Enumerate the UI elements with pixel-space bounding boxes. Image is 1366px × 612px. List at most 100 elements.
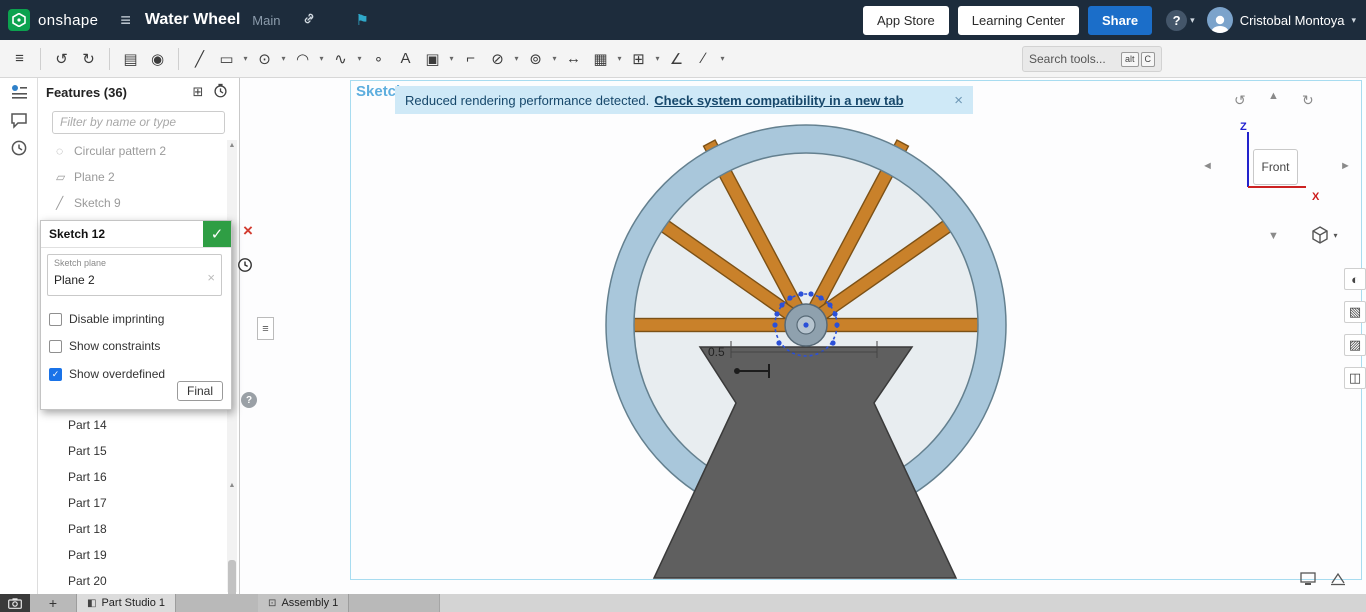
user-avatar[interactable] (1207, 7, 1233, 33)
appearance-icon[interactable]: ◐ (1344, 268, 1366, 290)
offset-menu-chevron-icon[interactable]: ▾ (549, 54, 560, 63)
checkbox-disable-imprinting[interactable] (49, 313, 62, 326)
user-menu-caret-icon[interactable]: ▾ (1351, 15, 1356, 26)
sketch-text-icon[interactable]: A (392, 45, 419, 72)
dialog-help-icon[interactable]: ? (241, 392, 257, 408)
redo-icon[interactable]: ↻ (75, 45, 102, 72)
hidden-edges-icon[interactable]: ▨ (1344, 334, 1366, 356)
spline-icon[interactable]: ∿ (327, 45, 354, 72)
viewcube-down-icon[interactable]: ▼ (1268, 230, 1279, 242)
viewcube-right-icon[interactable]: ► (1340, 160, 1351, 172)
undo-icon[interactable]: ↺ (48, 45, 75, 72)
learning-center-button[interactable]: Learning Center (958, 6, 1079, 35)
list-item-part-14[interactable]: Part 14 (38, 412, 226, 438)
tab-assembly-1[interactable]: ⊡ Assembly 1 (258, 594, 349, 612)
convert-entities-icon[interactable]: ▣ (419, 45, 446, 72)
dimension-icon[interactable]: ↔ (560, 45, 587, 72)
measure-icon[interactable]: ∠ (663, 45, 690, 72)
view-options-menu[interactable]: ▾ (1310, 225, 1341, 245)
spline-menu-chevron-icon[interactable]: ▾ (354, 54, 365, 63)
viewcube-rotate-left-icon[interactable]: ↺ (1234, 92, 1246, 109)
sketch-timer-icon[interactable] (237, 257, 253, 276)
workspace-name[interactable]: Main (252, 13, 280, 28)
option-show-constraints[interactable]: Show constraints (49, 338, 160, 354)
arc-icon[interactable]: ◠ (289, 45, 316, 72)
export-menu-chevron-icon[interactable]: ▾ (652, 54, 663, 63)
circle-menu-chevron-icon[interactable]: ▾ (278, 54, 289, 63)
cancel-sketch-button[interactable]: × (238, 220, 258, 242)
graphics-area[interactable]: Sketch 12 (240, 78, 1366, 594)
list-item-part-17[interactable]: Part 17 (38, 490, 226, 516)
rollback-timer-icon[interactable] (209, 83, 231, 101)
paste-icon[interactable]: ▤ (117, 45, 144, 72)
viewcube-left-icon[interactable]: ◄ (1202, 160, 1213, 172)
features-toggle-icon[interactable]: ≡ (6, 45, 33, 72)
clear-plane-icon[interactable]: × (207, 270, 215, 285)
pattern-icon[interactable]: ▦ (587, 45, 614, 72)
view-menu-chevron-icon[interactable]: ▾ (1330, 231, 1341, 240)
scale-indicator-icon[interactable] (1330, 572, 1346, 589)
section-view-icon[interactable]: ▧ (1344, 301, 1366, 323)
comments-icon[interactable] (0, 106, 38, 134)
add-tab-button[interactable]: + (30, 594, 76, 612)
option-show-overdefined[interactable]: ✓ Show overdefined (49, 366, 165, 382)
construction-icon[interactable]: ∕ (690, 45, 717, 72)
option-disable-imprinting[interactable]: Disable imprinting (49, 311, 164, 327)
list-item-part-16[interactable]: Part 16 (38, 464, 226, 490)
search-tools-label[interactable]: Search tools... (1029, 52, 1119, 66)
screenshot-icon[interactable] (0, 594, 30, 612)
viewcube-up-icon[interactable]: ▲ (1268, 90, 1279, 102)
scrollbar-thumb[interactable] (228, 560, 236, 594)
center-circle-icon[interactable]: ⊙ (251, 45, 278, 72)
history-icon[interactable] (0, 134, 38, 162)
viewcube-rotate-right-icon[interactable]: ↻ (1302, 92, 1314, 109)
list-item-part-18[interactable]: Part 18 (38, 516, 226, 542)
tab-part-studio-1[interactable]: ◧ Part Studio 1 (76, 594, 176, 612)
rectangle-menu-chevron-icon[interactable]: ▾ (240, 54, 251, 63)
convert-menu-chevron-icon[interactable]: ▾ (446, 54, 457, 63)
checkbox-show-constraints[interactable] (49, 340, 62, 353)
sketch-plane-value[interactable]: Plane 2 (54, 273, 95, 287)
export-icon[interactable]: ⊞ (625, 45, 652, 72)
share-link-icon[interactable] (302, 11, 317, 29)
confirm-sketch-button[interactable]: ✓ (203, 221, 231, 247)
line-icon[interactable]: ╱ (186, 45, 213, 72)
search-tools-box[interactable]: Search tools... alt C (1022, 46, 1162, 72)
list-item-part-15[interactable]: Part 15 (38, 438, 226, 464)
hamburger-menu-icon[interactable]: ≡ (120, 10, 131, 31)
water-wheel-model[interactable]: 0.5 (240, 78, 1366, 594)
insert-image-icon[interactable]: ◉ (144, 45, 171, 72)
corner-rectangle-icon[interactable]: ▭ (213, 45, 240, 72)
fillet-icon[interactable]: ⌐ (457, 45, 484, 72)
list-flyout-icon[interactable]: ≡ (257, 317, 274, 340)
compatibility-link[interactable]: Check system compatibility in a new tab (654, 93, 903, 108)
offset-icon[interactable]: ⊚ (522, 45, 549, 72)
point-icon[interactable]: ∘ (365, 45, 392, 72)
scroll-up-icon[interactable]: ▲ (227, 482, 237, 489)
trim-icon[interactable]: ⊘ (484, 45, 511, 72)
final-button[interactable]: Final (177, 381, 223, 401)
viewcube-front-face[interactable]: Front (1253, 149, 1298, 185)
render-performance-icon[interactable] (1300, 572, 1316, 589)
pattern-menu-chevron-icon[interactable]: ▾ (614, 54, 625, 63)
feature-item-plane-2[interactable]: ▱ Plane 2 (38, 164, 226, 190)
notification-close-icon[interactable]: × (954, 92, 963, 109)
help-caret-icon[interactable]: ▾ (1190, 15, 1195, 26)
feature-item-circular-pattern-2[interactable]: ◌ Circular pattern 2 (38, 138, 226, 164)
user-name[interactable]: Cristobal Montoya (1240, 13, 1345, 28)
feature-item-sketch-9[interactable]: ╱ Sketch 9 (38, 190, 226, 216)
sketch-plane-field[interactable]: Sketch plane Plane 2 × (47, 254, 222, 296)
insert-feature-icon[interactable]: ⊞ (187, 84, 209, 100)
arc-menu-chevron-icon[interactable]: ▾ (316, 54, 327, 63)
presence-icon[interactable] (0, 78, 38, 106)
construction-menu-chevron-icon[interactable]: ▾ (717, 54, 728, 63)
app-store-button[interactable]: App Store (863, 6, 949, 35)
checkbox-show-overdefined[interactable]: ✓ (49, 368, 62, 381)
trim-menu-chevron-icon[interactable]: ▾ (511, 54, 522, 63)
exploded-view-icon[interactable]: ◫ (1344, 367, 1366, 389)
help-icon[interactable]: ? (1166, 10, 1187, 31)
scroll-up-icon[interactable]: ▲ (227, 142, 237, 149)
list-item-part-19[interactable]: Part 19 (38, 542, 226, 568)
tabs-scrollbar[interactable] (439, 594, 1366, 612)
onshape-logo-icon[interactable] (8, 9, 30, 31)
